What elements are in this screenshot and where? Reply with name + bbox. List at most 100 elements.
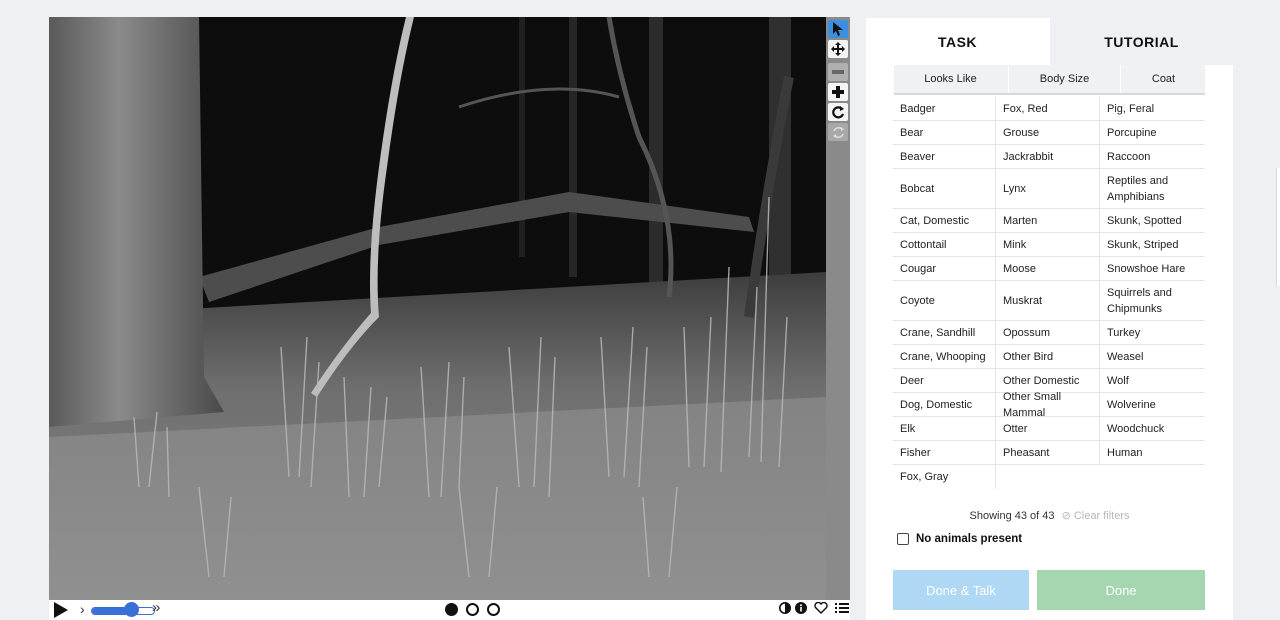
species-option[interactable]: Cottontail bbox=[893, 233, 996, 257]
species-label: Bobcat bbox=[900, 182, 935, 195]
done-button[interactable]: Done bbox=[1037, 570, 1205, 610]
species-option[interactable]: Skunk, Spotted bbox=[1100, 209, 1205, 233]
rotate-button[interactable] bbox=[828, 103, 848, 121]
species-label: Crane, Whooping bbox=[900, 350, 986, 363]
species-option[interactable]: Human bbox=[1100, 441, 1205, 465]
species-option[interactable]: Fox, Gray bbox=[893, 465, 996, 489]
species-option[interactable]: Wolf bbox=[1100, 369, 1205, 393]
species-label: Wolverine bbox=[1107, 398, 1156, 411]
species-option[interactable]: Marten bbox=[996, 209, 1100, 233]
plus-icon bbox=[832, 86, 844, 98]
no-animals-label: No animals present bbox=[916, 533, 1023, 545]
species-label: Raccoon bbox=[1107, 150, 1151, 163]
subject-image[interactable] bbox=[49, 17, 826, 600]
checkbox-box[interactable] bbox=[897, 533, 909, 545]
reset-button[interactable] bbox=[828, 123, 848, 141]
species-option[interactable]: Opossum bbox=[996, 321, 1100, 345]
filter-body-size-button[interactable]: Body Size bbox=[1008, 65, 1120, 93]
species-label: Skunk, Spotted bbox=[1107, 214, 1182, 227]
species-option[interactable]: Squirrels and Chipmunks bbox=[1100, 281, 1205, 321]
species-option[interactable]: Mink bbox=[996, 233, 1100, 257]
clear-filters-button[interactable]: ⊘ Clear filters bbox=[1062, 510, 1130, 522]
species-option[interactable]: Crane, Sandhill bbox=[893, 321, 996, 345]
viewer-toolbar bbox=[826, 17, 850, 600]
species-option[interactable]: Bear bbox=[893, 121, 996, 145]
frame-dot[interactable] bbox=[466, 603, 479, 616]
zoom-in-button[interactable] bbox=[828, 83, 848, 101]
species-option[interactable]: Fox, Red bbox=[996, 97, 1100, 121]
frame-dot[interactable] bbox=[487, 603, 500, 616]
species-option[interactable]: Elk bbox=[893, 417, 996, 441]
species-label: Cougar bbox=[900, 262, 937, 275]
tab-task[interactable]: TASK bbox=[866, 18, 1049, 65]
speed-slow-label: › bbox=[80, 601, 85, 617]
species-label: Opossum bbox=[1003, 326, 1051, 339]
species-label: Squirrels and Chipmunks bbox=[1107, 286, 1172, 315]
heart-icon[interactable] bbox=[814, 602, 828, 614]
zoom-out-button[interactable] bbox=[828, 63, 848, 81]
trail-camera-photo bbox=[49, 17, 826, 600]
species-label: Crane, Sandhill bbox=[900, 326, 976, 339]
species-option[interactable]: Dog, Domestic bbox=[893, 393, 996, 417]
no-animals-checkbox[interactable]: No animals present bbox=[897, 533, 1022, 545]
filter-coat-button[interactable]: Coat bbox=[1120, 65, 1206, 93]
species-option[interactable]: Pheasant bbox=[996, 441, 1100, 465]
clear-filters-label: Clear filters bbox=[1073, 510, 1130, 522]
species-option[interactable]: Otter bbox=[996, 417, 1100, 441]
species-option[interactable]: Muskrat bbox=[996, 281, 1100, 321]
species-option[interactable]: Cougar bbox=[893, 257, 996, 281]
play-icon[interactable] bbox=[54, 602, 68, 618]
species-label: Lynx bbox=[1003, 182, 1026, 195]
species-option[interactable]: Turkey bbox=[1100, 321, 1205, 345]
species-label: Other Domestic bbox=[1003, 374, 1080, 387]
contrast-icon[interactable] bbox=[779, 602, 791, 614]
species-label: Otter bbox=[1003, 422, 1028, 435]
info-icon[interactable] bbox=[795, 602, 807, 614]
frame-dot[interactable] bbox=[445, 603, 458, 616]
species-option[interactable]: Beaver bbox=[893, 145, 996, 169]
species-label: Deer bbox=[900, 374, 924, 387]
speed-slider-thumb[interactable] bbox=[124, 602, 139, 617]
speed-slider[interactable] bbox=[91, 607, 155, 615]
species-option[interactable]: Lynx bbox=[996, 169, 1100, 209]
species-option[interactable]: Deer bbox=[893, 369, 996, 393]
species-option[interactable]: Pig, Feral bbox=[1100, 97, 1205, 121]
species-option[interactable]: Other Bird bbox=[996, 345, 1100, 369]
species-option[interactable]: Skunk, Striped bbox=[1100, 233, 1205, 257]
species-option[interactable]: Reptiles and Amphibians bbox=[1100, 169, 1205, 209]
species-label: Muskrat bbox=[1003, 294, 1043, 307]
species-option[interactable]: Wolverine bbox=[1100, 393, 1205, 417]
speed-fast-label: » bbox=[152, 599, 161, 616]
collections-icon[interactable] bbox=[835, 602, 849, 614]
pan-tool-button[interactable] bbox=[828, 40, 848, 58]
species-option[interactable]: Bobcat bbox=[893, 169, 996, 209]
tab-tutorial[interactable]: TUTORIAL bbox=[1050, 18, 1233, 65]
done-and-talk-button[interactable]: Done & Talk bbox=[893, 570, 1029, 610]
species-option[interactable]: Cat, Domestic bbox=[893, 209, 996, 233]
filter-looks-like-button[interactable]: Looks Like bbox=[894, 65, 1007, 93]
task-panel: TASK TUTORIAL Looks Like Body Size Coat … bbox=[866, 18, 1233, 620]
species-label: Marten bbox=[1003, 214, 1038, 227]
species-option[interactable]: Other Small Mammal bbox=[996, 391, 1100, 419]
species-option[interactable]: Snowshoe Hare bbox=[1100, 257, 1205, 281]
species-label: Fox, Gray bbox=[900, 471, 949, 483]
species-option[interactable]: Fisher bbox=[893, 441, 996, 465]
pointer-tool-button[interactable] bbox=[828, 20, 848, 38]
species-option[interactable]: Raccoon bbox=[1100, 145, 1205, 169]
species-option[interactable]: Badger bbox=[893, 97, 996, 121]
species-label: Coyote bbox=[900, 294, 935, 307]
species-label: Moose bbox=[1003, 262, 1037, 275]
species-option[interactable]: Jackrabbit bbox=[996, 145, 1100, 169]
species-option[interactable]: Moose bbox=[996, 257, 1100, 281]
species-option[interactable]: Coyote bbox=[893, 281, 996, 321]
feedback-tab-edge[interactable] bbox=[1276, 168, 1280, 286]
species-label: Pig, Feral bbox=[1107, 102, 1155, 115]
species-label: Badger bbox=[900, 102, 936, 115]
species-option[interactable]: Crane, Whooping bbox=[893, 345, 996, 369]
species-option[interactable]: Grouse bbox=[996, 121, 1100, 145]
species-option[interactable]: Woodchuck bbox=[1100, 417, 1205, 441]
species-option[interactable]: Weasel bbox=[1100, 345, 1205, 369]
species-option[interactable]: Porcupine bbox=[1100, 121, 1205, 145]
species-label: Grouse bbox=[1003, 126, 1040, 139]
species-label: Other Bird bbox=[1003, 350, 1054, 363]
